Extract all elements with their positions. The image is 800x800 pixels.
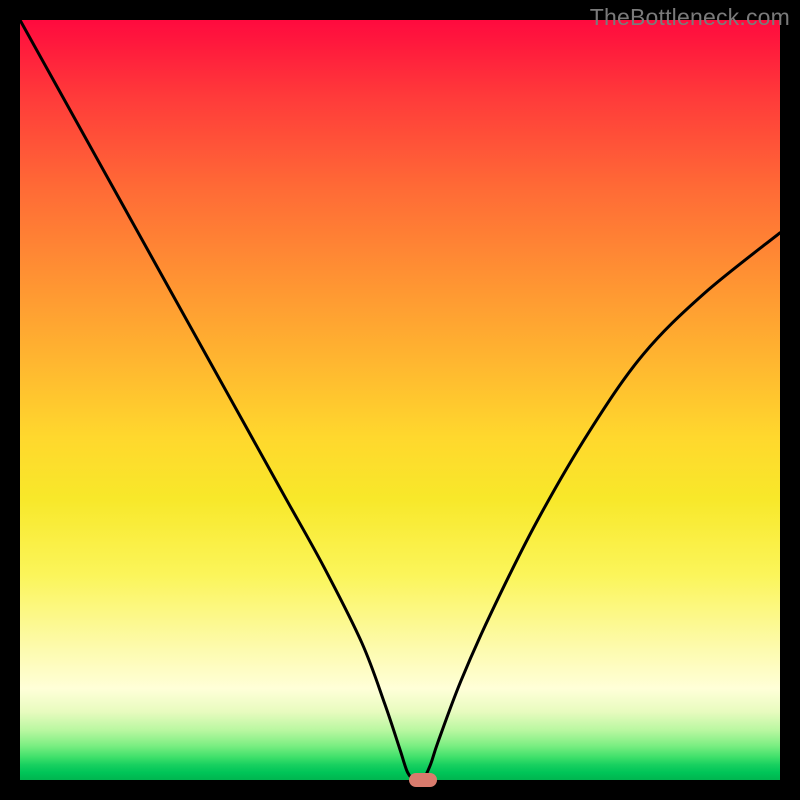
attribution-text: TheBottleneck.com [590, 4, 790, 31]
curve-svg [20, 20, 780, 780]
chart-container: TheBottleneck.com [0, 0, 800, 800]
plot-area [20, 20, 780, 780]
optimum-marker [409, 773, 437, 787]
bottleneck-curve [20, 20, 780, 780]
